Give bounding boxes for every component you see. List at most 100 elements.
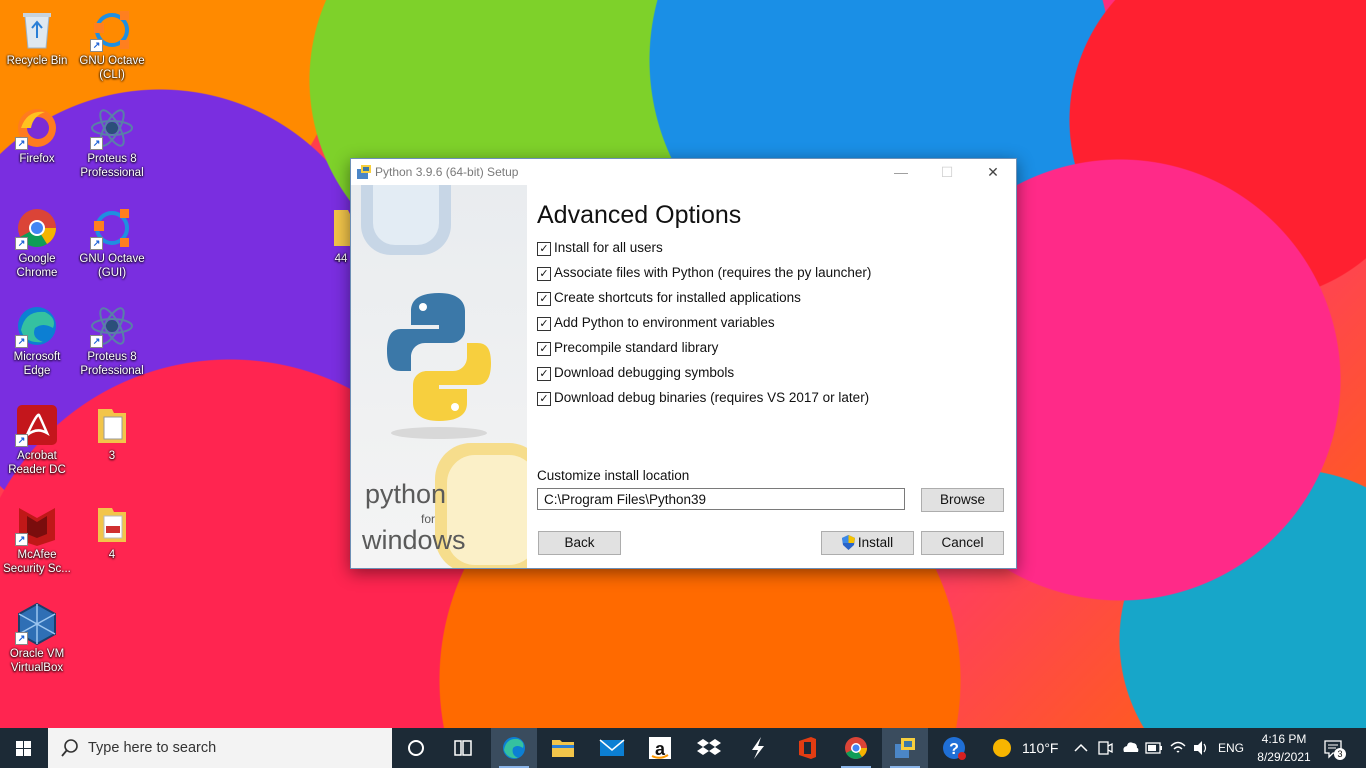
task-view-icon xyxy=(454,740,472,756)
brand-for-text: for xyxy=(421,512,436,526)
cancel-button[interactable]: Cancel xyxy=(921,531,1004,555)
brand-python-text: python xyxy=(365,479,447,509)
windows-logo-icon xyxy=(16,741,31,756)
taskbar-amazon[interactable]: a xyxy=(637,728,683,768)
desktop-icon-label: Acrobat Reader DC xyxy=(8,450,66,476)
taskbar-search-box[interactable]: Type here to search xyxy=(48,728,392,768)
desktop-icon-firefox[interactable]: ↗ Firefox xyxy=(1,106,73,166)
weather-icon[interactable] xyxy=(990,728,1014,768)
taskbar-file-explorer[interactable] xyxy=(540,728,586,768)
install-button[interactable]: Install xyxy=(821,531,914,555)
recycle-bin-icon xyxy=(15,8,59,52)
desktop-icon-virtualbox[interactable]: ↗ Oracle VM VirtualBox xyxy=(1,601,73,675)
install-location-label: Customize install location xyxy=(537,468,690,483)
meet-now-icon[interactable] xyxy=(1096,728,1114,768)
task-view-button[interactable] xyxy=(440,728,486,768)
clock[interactable]: 4:16 PM 8/29/2021 xyxy=(1252,728,1316,768)
clock-date: 8/29/2021 xyxy=(1257,750,1311,764)
weather-temperature[interactable]: 110°F xyxy=(1022,728,1058,768)
desktop-icon-proteus-1[interactable]: ↗ Proteus 8 Professional xyxy=(76,106,148,180)
file-explorer-icon xyxy=(552,740,574,757)
desktop-icon-edge[interactable]: ↗ Microsoft Edge xyxy=(1,304,73,378)
desktop-icon-mcafee[interactable]: ↗ McAfee Security Sc... xyxy=(1,502,73,576)
firefox-icon: ↗ xyxy=(15,106,59,150)
desktop-icon-label: McAfee Security Sc... xyxy=(3,549,71,575)
show-hidden-icons-chevron-up-icon[interactable] xyxy=(1072,728,1090,768)
page-heading: Advanced Options xyxy=(537,201,742,229)
taskbar-python-setup[interactable] xyxy=(882,728,928,768)
minimize-button[interactable]: — xyxy=(878,159,924,185)
desktop-icon-label: Proteus 8 Professional xyxy=(80,351,144,377)
chrome-icon xyxy=(845,737,867,759)
desktop-icon-chrome[interactable]: ↗ Google Chrome xyxy=(1,206,73,280)
title-bar[interactable]: Python 3.9.6 (64-bit) Setup — ☐ ✕ xyxy=(351,159,1016,185)
python-setup-dialog: Python 3.9.6 (64-bit) Setup — ☐ ✕ python… xyxy=(350,158,1017,569)
install-label: Install xyxy=(857,535,894,550)
desktop-icon-label: Google Chrome xyxy=(16,253,58,279)
desktop-icon-folder-3[interactable]: 3 xyxy=(76,403,148,463)
wifi-icon[interactable] xyxy=(1168,728,1188,768)
checkbox-icon[interactable]: ✓ xyxy=(537,392,551,406)
shortcut-arrow-icon: ↗ xyxy=(90,335,103,348)
shortcut-arrow-icon: ↗ xyxy=(15,237,28,250)
cortana-button[interactable] xyxy=(393,728,439,768)
shortcut-arrow-icon: ↗ xyxy=(15,335,28,348)
python-branding-panel: python for windows xyxy=(351,185,527,568)
shortcut-arrow-icon: ↗ xyxy=(15,434,28,447)
install-location-input[interactable] xyxy=(537,488,905,510)
taskbar-chrome[interactable] xyxy=(833,728,879,768)
back-button[interactable]: Back xyxy=(538,531,621,555)
checkbox-icon[interactable]: ✓ xyxy=(537,367,551,381)
shortcut-arrow-icon: ↗ xyxy=(90,237,103,250)
start-button[interactable] xyxy=(0,728,48,768)
desktop-icon-label: Firefox xyxy=(19,153,55,165)
octave-icon: ↗ xyxy=(90,8,134,52)
uac-shield-icon xyxy=(841,535,855,557)
taskbar-app-bolt[interactable] xyxy=(735,728,781,768)
checkbox-icon[interactable]: ✓ xyxy=(537,342,551,356)
shortcut-arrow-icon: ↗ xyxy=(90,39,103,52)
shortcut-arrow-icon: ↗ xyxy=(15,137,28,150)
desktop-icon-label: 3 xyxy=(108,450,116,462)
desktop-icon-label: Proteus 8 Professional xyxy=(80,153,144,179)
desktop-icon-proteus-2[interactable]: ↗ Proteus 8 Professional xyxy=(76,304,148,378)
desktop-icon-octave-cli[interactable]: ↗ GNU Octave (CLI) xyxy=(76,8,148,82)
proteus-icon: ↗ xyxy=(90,304,134,348)
checkbox-icon[interactable]: ✓ xyxy=(537,292,551,306)
volume-icon[interactable] xyxy=(1192,728,1210,768)
notifications-button[interactable]: 3 xyxy=(1322,728,1346,768)
desktop-icon-octave-gui[interactable]: ↗ GNU Octave (GUI) xyxy=(76,206,148,280)
browse-button[interactable]: Browse xyxy=(921,488,1004,512)
battery-icon[interactable] xyxy=(1145,728,1163,768)
desktop-icon-label: Recycle Bin xyxy=(6,55,68,67)
edge-icon: ↗ xyxy=(15,304,59,348)
taskbar-mail[interactable] xyxy=(589,728,635,768)
maximize-button[interactable]: ☐ xyxy=(924,159,970,185)
python-setup-icon xyxy=(895,738,915,758)
search-icon xyxy=(61,739,78,757)
mail-icon xyxy=(599,739,625,756)
taskbar-dropbox[interactable] xyxy=(686,728,732,768)
taskbar-edge[interactable] xyxy=(491,728,537,768)
pdf-file-icon xyxy=(90,502,134,546)
option-label: Install for all users xyxy=(554,240,663,255)
checkbox-icon[interactable]: ✓ xyxy=(537,267,551,281)
desktop-icon-file-4[interactable]: 4 xyxy=(76,502,148,562)
checkbox-icon[interactable]: ✓ xyxy=(537,317,551,331)
clock-time: 4:16 PM xyxy=(1261,732,1307,746)
language-indicator[interactable]: ENG xyxy=(1218,728,1244,768)
desktop-icon-recycle-bin[interactable]: Recycle Bin xyxy=(1,8,73,68)
desktop-icon-label: Oracle VM VirtualBox xyxy=(9,648,65,674)
python-logo-icon xyxy=(387,293,491,421)
shortcut-arrow-icon: ↗ xyxy=(15,533,28,546)
shortcut-arrow-icon: ↗ xyxy=(15,632,28,645)
onedrive-cloud-icon[interactable] xyxy=(1120,728,1140,768)
desktop-icon-label: GNU Octave (GUI) xyxy=(79,253,145,279)
taskbar-office[interactable] xyxy=(784,728,830,768)
python-side-art xyxy=(361,185,527,568)
desktop-icon-acrobat[interactable]: ↗ Acrobat Reader DC xyxy=(1,403,73,477)
close-button[interactable]: ✕ xyxy=(970,159,1016,185)
desktop-icon-label: GNU Octave (CLI) xyxy=(79,55,145,81)
checkbox-icon[interactable]: ✓ xyxy=(537,242,551,256)
taskbar-help[interactable]: ? xyxy=(931,728,977,768)
